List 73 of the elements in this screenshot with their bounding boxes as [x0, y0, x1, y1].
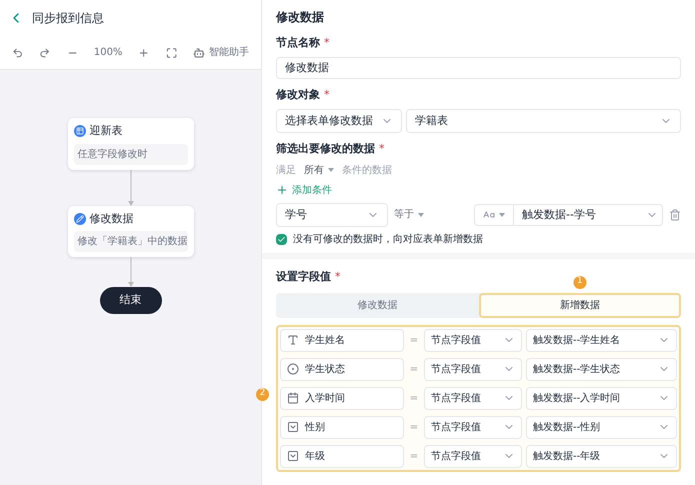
field-name-box: 学生姓名	[280, 328, 404, 352]
mode-select[interactable]: 选择表单修改数据	[276, 108, 402, 133]
equals-sign: =	[408, 362, 420, 376]
node-description: 修改「学籍表」中的数据	[74, 231, 188, 252]
equals-sign: =	[408, 450, 420, 464]
source-select[interactable]: 节点字段值	[424, 416, 522, 438]
step-badge: 2	[256, 388, 269, 400]
equals-sign: =	[408, 334, 420, 348]
plus-icon	[276, 184, 288, 196]
caret-icon	[418, 212, 424, 217]
source-select[interactable]: 节点字段值	[424, 386, 522, 410]
redo-icon[interactable]	[39, 46, 51, 58]
field-label: 设置字段值	[276, 269, 331, 285]
checkbox-label: 没有可修改的数据时，向对应表单新增数据	[293, 232, 483, 247]
end-node[interactable]: 结束	[100, 287, 162, 314]
value-select[interactable]: 触发数据--学生状态	[526, 358, 677, 380]
value-select[interactable]: 触发数据--入学时间	[526, 386, 677, 410]
table-icon	[74, 125, 86, 138]
zoom-in-icon[interactable]	[138, 46, 150, 58]
equals-sign: =	[408, 420, 420, 434]
operator-dropdown[interactable]: 等于	[394, 207, 468, 222]
zoom-level: 100%	[94, 46, 122, 60]
node-title: 迎新表	[90, 123, 122, 139]
mode-tab[interactable]: 新增数据	[478, 292, 681, 318]
robot-icon	[193, 46, 205, 58]
required-mark: *	[324, 87, 330, 103]
delete-icon[interactable]	[669, 208, 681, 221]
calendar-icon	[287, 392, 299, 404]
radio-icon	[287, 363, 299, 375]
match-dropdown[interactable]: 所有	[304, 162, 334, 178]
table-select[interactable]: 学籍表	[406, 108, 681, 133]
condition-value-select[interactable]: 触发数据--学号	[474, 204, 663, 226]
node-name-input[interactable]: 修改数据	[276, 56, 681, 79]
dropdown-icon	[287, 421, 299, 433]
panel-title: 修改数据	[276, 9, 325, 26]
required-mark: *	[379, 141, 384, 157]
page-title: 同步报到信息	[32, 10, 104, 27]
match-prefix: 满足	[276, 164, 296, 178]
source-select[interactable]: 节点字段值	[424, 328, 522, 352]
undo-icon[interactable]	[12, 46, 24, 58]
caret-icon	[328, 168, 334, 172]
field-label: 节点名称	[276, 35, 320, 51]
step-badge: 1	[573, 276, 586, 288]
required-mark: *	[335, 269, 340, 285]
mode-tab[interactable]: 修改数据	[276, 292, 478, 318]
flow-node-card[interactable]: 迎新表 任意字段修改时	[68, 118, 194, 170]
value-select[interactable]: 触发数据--性别	[526, 416, 677, 438]
field-name-box: 学生状态	[280, 358, 404, 380]
checkbox[interactable]	[276, 234, 287, 245]
match-suffix: 条件的数据	[342, 164, 392, 178]
dropdown-icon	[287, 450, 299, 462]
field-label: 筛选出要修改的数据	[276, 141, 375, 157]
field-name-box: 性别	[280, 416, 404, 438]
field-name-box: 年级	[280, 444, 404, 468]
flow-node-card[interactable]: 修改数据 修改「学籍表」中的数据	[68, 206, 194, 257]
connector-arrow	[126, 257, 134, 287]
value-select[interactable]: 触发数据--年级	[526, 444, 677, 468]
condition-field-select[interactable]: 学号	[276, 202, 388, 227]
node-description: 任意字段修改时	[74, 144, 188, 164]
assistant-button[interactable]: 智能助手	[193, 45, 249, 60]
caret-icon	[499, 212, 505, 217]
node-title: 修改数据	[90, 210, 134, 226]
source-select[interactable]: 节点字段值	[424, 358, 522, 380]
source-select[interactable]: 节点字段值	[424, 444, 522, 468]
connector-arrow	[126, 170, 134, 206]
field-name-box: 入学时间	[280, 386, 404, 410]
equals-sign: =	[408, 392, 420, 406]
field-label: 修改对象	[276, 87, 320, 103]
required-mark: *	[324, 35, 330, 51]
value-select[interactable]: 触发数据--学生姓名	[526, 328, 677, 352]
pencil-icon	[74, 212, 86, 225]
fit-view-icon[interactable]	[166, 46, 177, 58]
text-field-icon	[287, 334, 299, 346]
